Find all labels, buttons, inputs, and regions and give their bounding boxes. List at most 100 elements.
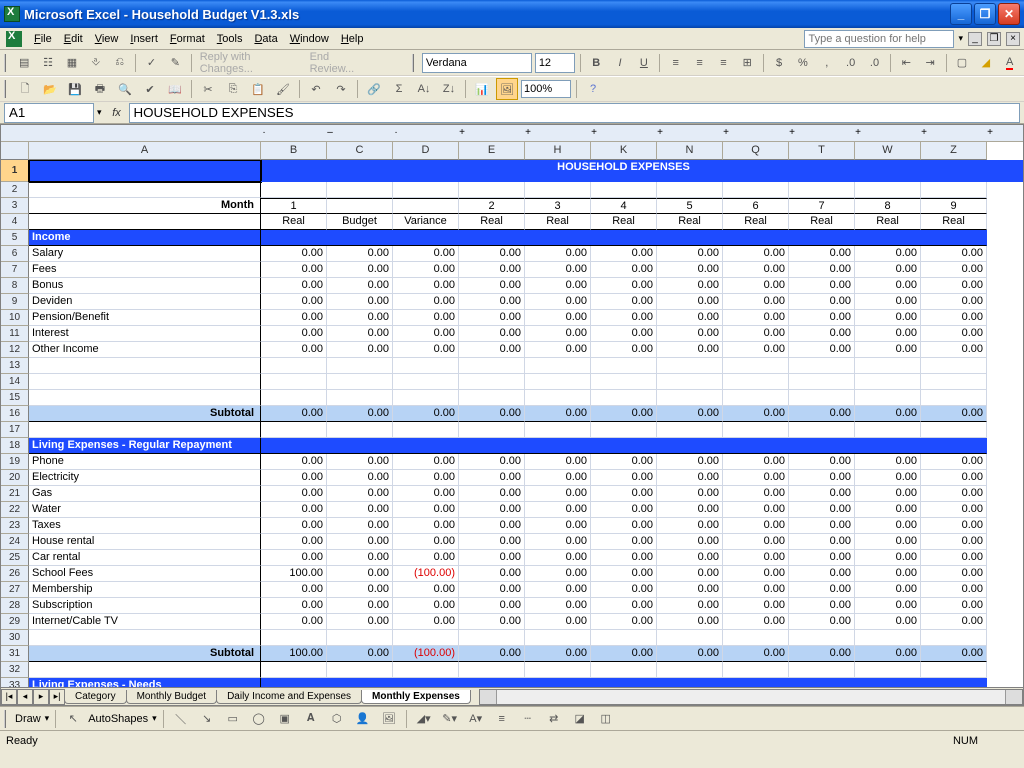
menu-view[interactable]: View — [89, 31, 125, 47]
cell[interactable] — [261, 662, 327, 678]
merge-button[interactable]: ⊞ — [737, 52, 758, 74]
align-center-button[interactable]: ≡ — [689, 52, 710, 74]
cell[interactable] — [459, 374, 525, 390]
cell[interactable]: 0.00 — [921, 582, 987, 598]
cell[interactable]: 0.00 — [921, 454, 987, 470]
row-header[interactable]: 26 — [1, 566, 29, 582]
row-label[interactable]: Pension/Benefit — [29, 310, 261, 326]
cell[interactable] — [921, 662, 987, 678]
cell[interactable]: 0.00 — [789, 310, 855, 326]
cell[interactable]: 0.00 — [789, 486, 855, 502]
cell[interactable] — [723, 662, 789, 678]
cell[interactable]: 0.00 — [591, 262, 657, 278]
fill-color-button[interactable]: ◢ — [975, 52, 996, 74]
cell[interactable]: 0.00 — [327, 406, 393, 422]
row-header[interactable]: 28 — [1, 598, 29, 614]
cell[interactable] — [723, 358, 789, 374]
month-label[interactable]: Month — [29, 198, 261, 214]
cell[interactable]: 0.00 — [591, 470, 657, 486]
cell[interactable]: 0.00 — [921, 470, 987, 486]
rectangle-icon[interactable]: ▭ — [222, 708, 244, 730]
cell[interactable]: 0.00 — [723, 646, 789, 662]
cell[interactable] — [591, 358, 657, 374]
row-header[interactable]: 4 — [1, 214, 29, 230]
cell[interactable]: 0.00 — [591, 614, 657, 630]
cell[interactable]: 0.00 — [459, 326, 525, 342]
copy-button[interactable]: ⎘ — [222, 78, 244, 100]
cell[interactable]: 0.00 — [327, 246, 393, 262]
clipart-icon[interactable]: 👤 — [352, 708, 374, 730]
cell[interactable]: 0.00 — [657, 646, 723, 662]
row-header[interactable]: 15 — [1, 390, 29, 406]
cell[interactable]: 0.00 — [393, 470, 459, 486]
cell[interactable]: 0.00 — [789, 294, 855, 310]
subtotal-label[interactable]: Subtotal — [29, 646, 261, 662]
cell[interactable]: 0.00 — [261, 582, 327, 598]
cell[interactable]: 0.00 — [723, 454, 789, 470]
cell[interactable]: 0.00 — [855, 406, 921, 422]
section-header[interactable]: Living Expenses - Needs — [29, 678, 261, 687]
outline-toggle[interactable]: + — [957, 125, 1023, 141]
row-header[interactable]: 33 — [1, 678, 29, 687]
cell[interactable]: 0.00 — [393, 342, 459, 358]
cell[interactable]: 0.00 — [327, 598, 393, 614]
cell[interactable]: 0.00 — [723, 534, 789, 550]
row-header[interactable]: 3 — [1, 198, 29, 214]
cell[interactable]: 0.00 — [327, 454, 393, 470]
outline-toggle[interactable]: + — [693, 125, 759, 141]
cell[interactable]: 0.00 — [591, 326, 657, 342]
cell[interactable]: 0.00 — [591, 294, 657, 310]
cell[interactable]: 0.00 — [789, 598, 855, 614]
cell[interactable]: 0.00 — [459, 598, 525, 614]
cell[interactable]: 0.00 — [525, 342, 591, 358]
cell[interactable] — [921, 374, 987, 390]
cell[interactable]: 3 — [525, 198, 591, 214]
cell[interactable]: 2 — [459, 198, 525, 214]
cell[interactable]: 0.00 — [591, 502, 657, 518]
cell[interactable]: 0.00 — [459, 502, 525, 518]
cell[interactable]: 0.00 — [657, 518, 723, 534]
mdi-restore-button[interactable]: ❐ — [987, 32, 1001, 46]
line-color-icon[interactable]: ✎▾ — [439, 708, 461, 730]
3d-icon[interactable]: ◫ — [595, 708, 617, 730]
cell[interactable]: 0.00 — [723, 406, 789, 422]
title-cell[interactable] — [29, 160, 261, 182]
cell[interactable]: 0.00 — [591, 486, 657, 502]
column-header-C[interactable]: C — [327, 142, 393, 160]
cell[interactable] — [789, 630, 855, 646]
cell[interactable] — [393, 390, 459, 406]
cell[interactable] — [393, 662, 459, 678]
row-header[interactable]: 2 — [1, 182, 29, 198]
cell[interactable] — [261, 390, 327, 406]
cell[interactable] — [789, 662, 855, 678]
cell[interactable]: 0.00 — [657, 326, 723, 342]
cell[interactable]: 0.00 — [525, 614, 591, 630]
row-label[interactable]: Car rental — [29, 550, 261, 566]
cell[interactable] — [789, 422, 855, 438]
cell[interactable]: 0.00 — [789, 246, 855, 262]
cell[interactable]: 0.00 — [723, 294, 789, 310]
cell[interactable]: 0.00 — [591, 310, 657, 326]
cell[interactable] — [261, 438, 987, 454]
cell[interactable]: 0.00 — [393, 518, 459, 534]
cell[interactable]: 0.00 — [855, 326, 921, 342]
cell[interactable]: 0.00 — [591, 582, 657, 598]
cut-button[interactable]: ✂ — [197, 78, 219, 100]
toolbar-icon[interactable]: ▦ — [62, 52, 83, 74]
cell[interactable]: 0.00 — [723, 550, 789, 566]
row-header[interactable]: 21 — [1, 486, 29, 502]
align-left-button[interactable]: ≡ — [665, 52, 686, 74]
cell[interactable] — [459, 422, 525, 438]
cell[interactable]: 0.00 — [657, 550, 723, 566]
outline-toggle[interactable]: + — [891, 125, 957, 141]
cell[interactable]: 100.00 — [261, 566, 327, 582]
cell[interactable]: 0.00 — [393, 614, 459, 630]
cell[interactable]: 0.00 — [921, 310, 987, 326]
cell[interactable]: 0.00 — [789, 342, 855, 358]
cell[interactable]: 0.00 — [327, 278, 393, 294]
cell[interactable]: 0.00 — [393, 310, 459, 326]
cell[interactable] — [591, 390, 657, 406]
cell[interactable]: 0.00 — [921, 646, 987, 662]
cell[interactable]: 0.00 — [261, 486, 327, 502]
cell[interactable]: 0.00 — [657, 246, 723, 262]
